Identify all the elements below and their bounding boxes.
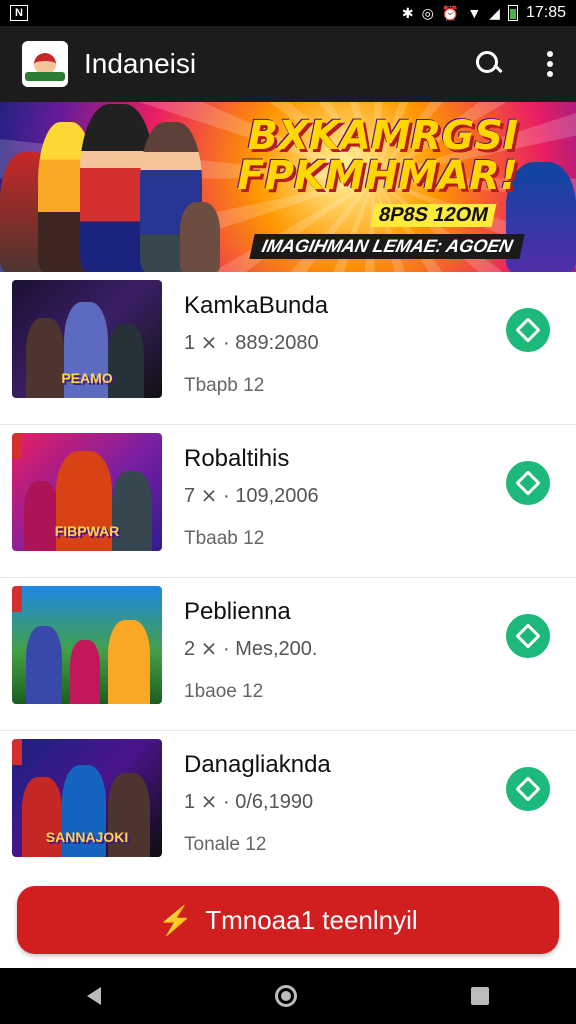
install-icon[interactable] [506,614,550,658]
download-button-label: Tmnoaa1 teenlnyil [205,904,418,935]
status-time: 17:85 [525,4,566,21]
status-bar: N ✱ ◎ ⏰ ▼ ◢ 17:85 [0,0,576,26]
thumbnail-badge [12,433,22,459]
bluetooth-icon: ✱ [401,4,414,21]
promo-banner[interactable]: BXKAMRGSI FPKMHMAR! 8P8S 12OM IMAGIHMAN … [0,102,576,272]
thumbnail-label: PEAMO [61,370,113,386]
game-subtitle: 1baoe 12 [184,681,264,702]
install-icon[interactable] [506,461,550,505]
game-thumbnail[interactable]: SANNAJOKI [12,739,162,857]
banner-tagline: IMAGIHMAN LEMAE: AGOEN [249,234,525,259]
game-thumbnail[interactable] [12,586,162,704]
game-title: Robaltihis [184,445,290,472]
alarm-icon: ⏰ [441,4,460,21]
install-icon[interactable] [506,767,550,811]
wifi-icon: ▼ [467,5,482,21]
recent-apps-icon[interactable] [471,987,489,1005]
list-item[interactable]: FIBPWAR Robaltihis 7 ⨯ · 109,2006 Tbaab … [0,425,576,578]
list-item[interactable]: Peblienna 2 ⨯ · Mes,200. 1baoe 12 [0,578,576,731]
game-subtitle: Tonale 12 [184,834,267,855]
game-subtitle: Tbapb 12 [184,375,265,396]
thumbnail-label: SANNAJOKI [45,829,129,845]
vibrate-icon: ◎ [421,4,434,21]
game-title: Peblienna [184,598,291,625]
banner-subtitle: 8P8S 12OM [370,204,497,227]
search-icon[interactable] [474,49,504,79]
signal-icon: ◢ [489,4,500,21]
thumbnail-badge [12,586,22,612]
app-bar: Indaneisi [0,26,576,102]
game-list: PEAMO KamkaBunda 1 ⨯ · 889:2080 Tbapb 12… [0,272,576,884]
download-button[interactable]: ⚡ Tmnoaa1 teenlnyil [17,886,559,954]
list-item[interactable]: SANNAJOKI Danagliaknda 1 ⨯ · 0/6,1990 To… [0,731,576,884]
install-icon[interactable] [506,308,550,352]
more-options-icon[interactable] [546,51,554,77]
back-icon[interactable] [87,987,101,1005]
game-thumbnail[interactable]: FIBPWAR [12,433,162,551]
game-title: Danagliaknda [184,751,331,778]
navigation-bar [0,968,576,1024]
list-item[interactable]: PEAMO KamkaBunda 1 ⨯ · 889:2080 Tbapb 12 [0,272,576,425]
thumbnail-badge [12,739,22,765]
lightning-icon: ⚡ [158,904,194,936]
game-title: KamkaBunda [184,292,329,319]
battery-icon [507,5,518,21]
home-icon[interactable] [275,985,297,1007]
notification-icon: N [10,5,28,21]
app-logo-icon[interactable] [22,41,68,87]
app-title: Indaneisi [84,48,197,79]
thumbnail-label: FIBPWAR [54,523,120,539]
game-thumbnail[interactable]: PEAMO [12,280,162,398]
game-subtitle: Tbaab 12 [184,528,265,549]
banner-title: BXKAMRGSI FPKMHMAR! [237,113,518,199]
banner-character [180,202,220,272]
